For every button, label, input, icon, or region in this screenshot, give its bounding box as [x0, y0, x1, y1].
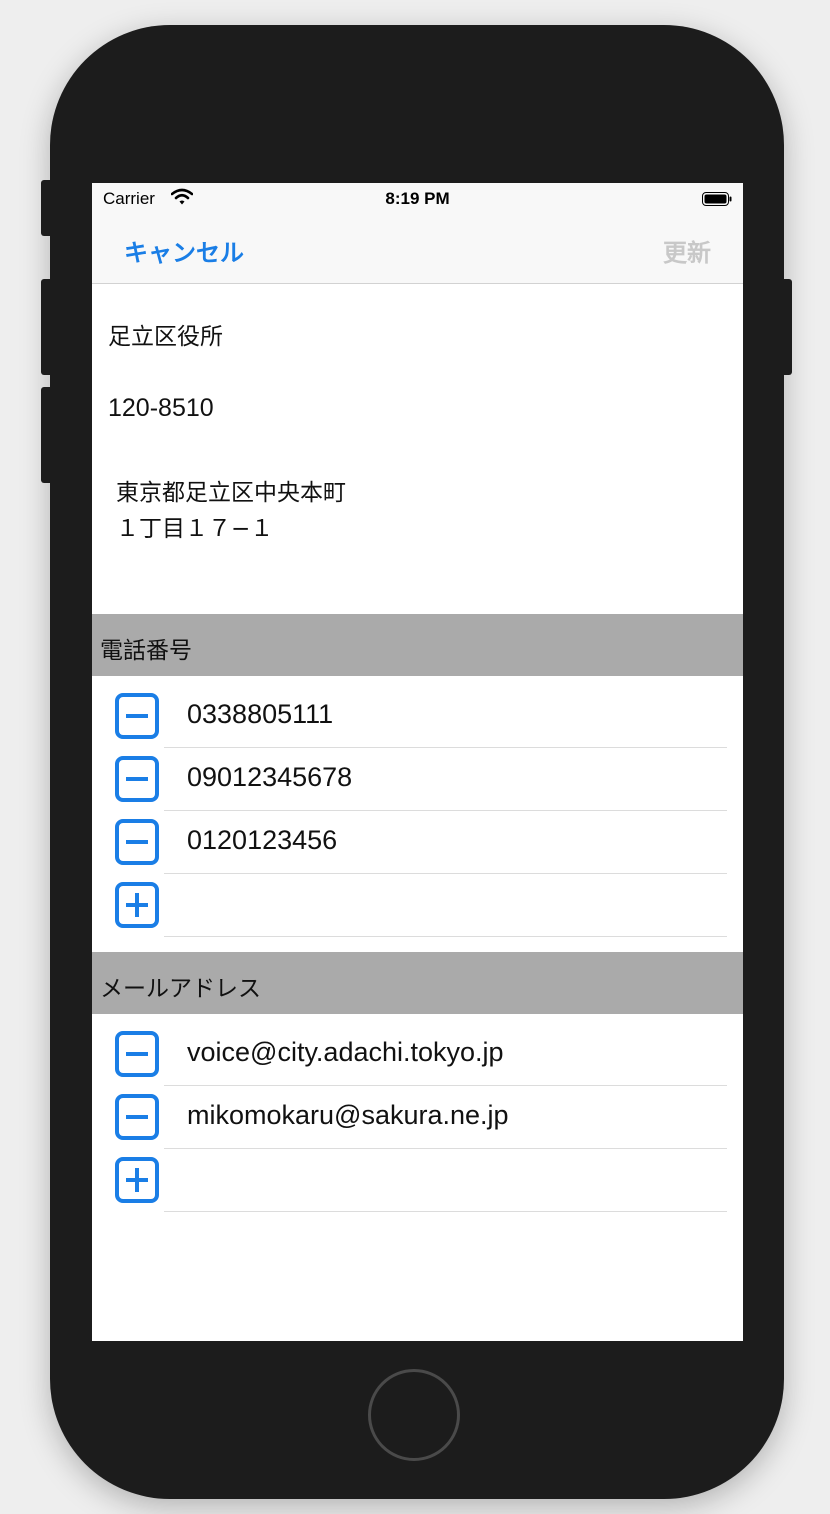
- home-button[interactable]: [368, 1369, 460, 1461]
- app-screen: Carrier 8:19 PM キャンセル 更新 足立区役所 120-8510 …: [92, 183, 743, 1341]
- email-row: voice@city.adachi.tokyo.jp: [92, 1023, 743, 1086]
- minus-box-icon: [126, 840, 148, 844]
- remove-phone-button[interactable]: [115, 819, 159, 865]
- minus-box-icon: [126, 714, 148, 718]
- remove-phone-button[interactable]: [115, 693, 159, 739]
- phone-row: 09012345678: [92, 748, 743, 811]
- add-phone-row: [92, 874, 743, 937]
- minus-box-icon: [126, 777, 148, 781]
- volume-up-button: [41, 279, 53, 375]
- power-button: [780, 279, 792, 375]
- name-field[interactable]: 足立区役所: [108, 317, 223, 351]
- phone-row: 0120123456: [92, 811, 743, 874]
- add-phone-button[interactable]: [115, 882, 159, 928]
- add-email-row: [92, 1149, 743, 1212]
- remove-phone-button[interactable]: [115, 756, 159, 802]
- row-divider: [164, 936, 727, 937]
- update-button[interactable]: 更新: [663, 233, 711, 268]
- plus-vertical-stroke: [135, 1168, 139, 1192]
- phone-number-field[interactable]: 0120123456: [187, 825, 337, 856]
- add-email-button[interactable]: [115, 1157, 159, 1203]
- email-address-field[interactable]: mikomokaru@sakura.ne.jp: [187, 1100, 509, 1131]
- address-line-1: 東京都足立区中央本町: [116, 480, 346, 506]
- clock: 8:19 PM: [385, 189, 450, 208]
- remove-email-button[interactable]: [115, 1031, 159, 1077]
- minus-box-icon: [126, 1052, 148, 1056]
- phone-section-title: 電話番号: [100, 638, 192, 664]
- address-field[interactable]: 東京都足立区中央本町 １丁目１７−１: [116, 473, 716, 543]
- email-section-header: メールアドレス: [92, 952, 743, 1014]
- row-divider: [164, 1211, 727, 1212]
- minus-box-icon: [126, 1115, 148, 1119]
- remove-email-button[interactable]: [115, 1094, 159, 1140]
- volume-down-button: [41, 387, 53, 483]
- navigation-bar: キャンセル 更新: [92, 215, 743, 284]
- plus-vertical-stroke: [135, 893, 139, 917]
- phone-row: 0338805111: [92, 685, 743, 748]
- email-address-field[interactable]: voice@city.adachi.tokyo.jp: [187, 1037, 504, 1068]
- cancel-button[interactable]: キャンセル: [124, 233, 244, 268]
- address-line-2: １丁目１７−１: [116, 516, 274, 542]
- mute-switch: [41, 180, 53, 236]
- email-row: mikomokaru@sakura.ne.jp: [92, 1086, 743, 1149]
- status-bar: Carrier 8:19 PM: [92, 183, 743, 215]
- phone-number-field[interactable]: 0338805111: [187, 699, 333, 730]
- phone-number-field[interactable]: 09012345678: [187, 762, 352, 793]
- email-section-title: メールアドレス: [100, 976, 261, 1002]
- phone-section-header: 電話番号: [92, 614, 743, 676]
- battery-icon: [702, 192, 732, 206]
- postal-code-field[interactable]: 120-8510: [108, 394, 214, 423]
